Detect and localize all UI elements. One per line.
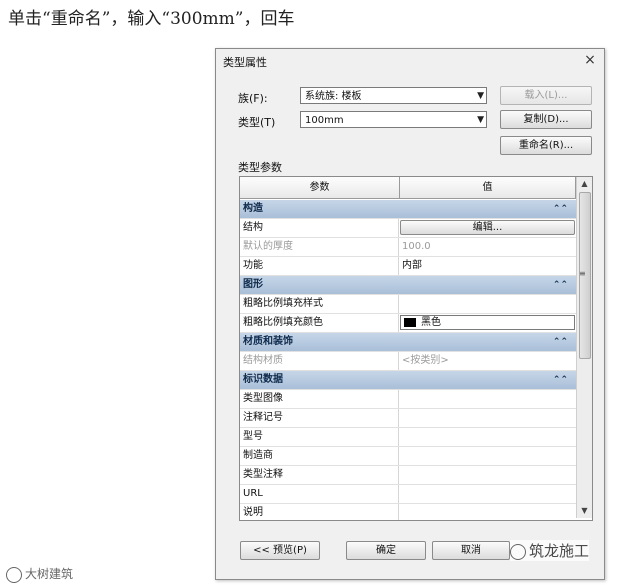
parameter-row[interactable]: 类型注释 <box>240 466 576 485</box>
watermark-left-text: 大树建筑 <box>25 567 74 581</box>
watermark-right-text: 筑龙施工 <box>529 542 590 560</box>
grip-icon: ≡ <box>579 269 586 278</box>
category-label: 标识数据 <box>243 374 283 385</box>
collapse-icon[interactable]: ⌃⌃ <box>553 200 568 218</box>
family-combo[interactable]: 系统族: 楼板 ▼ <box>300 87 487 104</box>
category-row[interactable]: 标识数据 ⌃⌃ <box>240 371 576 390</box>
parameter-value[interactable] <box>399 295 576 313</box>
color-picker[interactable]: 黑色 <box>400 315 575 330</box>
duplicate-button[interactable]: 复制(D)... <box>500 110 592 129</box>
collapse-icon[interactable]: ⌃⌃ <box>553 276 568 294</box>
type-parameters-label: 类型参数 <box>238 161 282 174</box>
parameter-row[interactable]: 默认的厚度 100.0 <box>240 238 576 257</box>
color-swatch <box>404 318 416 327</box>
parameter-row[interactable]: 类型图像 <box>240 390 576 409</box>
rename-button[interactable]: 重命名(R)... <box>500 136 592 155</box>
parameter-row[interactable]: 注释记号 <box>240 409 576 428</box>
category-label: 材质和装饰 <box>243 336 293 347</box>
parameter-name: 默认的厚度 <box>240 238 399 256</box>
chevron-down-icon: ▼ <box>477 115 484 125</box>
color-name: 黑色 <box>421 317 441 328</box>
parameter-row[interactable]: 制造商 <box>240 447 576 466</box>
grid-header: 参数 值 <box>240 177 576 199</box>
watermark-left: 大树建筑 <box>6 565 73 583</box>
parameter-value[interactable] <box>399 504 576 520</box>
parameter-row[interactable]: 结构 编辑... <box>240 219 576 238</box>
watermark-right: 筑龙施工 <box>510 540 590 561</box>
category-label: 构造 <box>243 203 263 214</box>
close-icon[interactable]: × <box>582 52 598 68</box>
parameter-row[interactable]: 结构材质 <按类别> <box>240 352 576 371</box>
parameter-row[interactable]: 粗略比例填充颜色 黑色 <box>240 314 576 333</box>
parameter-name: 类型图像 <box>240 390 399 408</box>
parameter-name: URL <box>240 485 399 503</box>
parameter-value[interactable] <box>399 485 576 503</box>
parameter-row[interactable]: URL <box>240 485 576 504</box>
collapse-icon[interactable]: ⌃⌃ <box>553 371 568 389</box>
weibo-icon <box>6 566 22 583</box>
parameter-value[interactable]: 100.0 <box>399 238 576 256</box>
family-label: 族(F): <box>238 92 268 105</box>
scroll-up-icon[interactable]: ▲ <box>577 177 592 191</box>
category-label: 图形 <box>243 279 263 290</box>
parameter-row[interactable]: 功能 内部 <box>240 257 576 276</box>
parameter-value[interactable] <box>399 409 576 427</box>
parameter-value[interactable]: 内部 <box>399 257 576 275</box>
parameter-name: 类型注释 <box>240 466 399 484</box>
column-header-value[interactable]: 值 <box>400 177 576 199</box>
parameter-value[interactable] <box>399 390 576 408</box>
parameter-value[interactable]: <按类别> <box>399 352 576 370</box>
collapse-icon[interactable]: ⌃⌃ <box>553 333 568 351</box>
type-properties-dialog: 类型属性 × 族(F): 系统族: 楼板 ▼ 载入(L)... 类型(T) 10… <box>215 48 605 580</box>
parameter-value[interactable]: 编辑... <box>399 219 576 237</box>
category-row[interactable]: 构造 ⌃⌃ <box>240 200 576 219</box>
ok-button[interactable]: 确定 <box>346 541 426 560</box>
parameter-row[interactable]: 说明 <box>240 504 576 520</box>
parameter-value[interactable] <box>399 466 576 484</box>
parameter-value[interactable] <box>399 428 576 446</box>
column-header-parameter[interactable]: 参数 <box>240 177 400 199</box>
parameter-name: 制造商 <box>240 447 399 465</box>
parameter-value[interactable] <box>399 447 576 465</box>
parameter-row[interactable]: 粗略比例填充样式 <box>240 295 576 314</box>
cancel-button[interactable]: 取消 <box>432 541 510 560</box>
instruction-text: 单击“重命名”，输入“300mm”，回车 <box>8 9 295 29</box>
chevron-down-icon: ▼ <box>477 91 484 101</box>
parameter-name: 注释记号 <box>240 409 399 427</box>
family-combo-value: 系统族: 楼板 <box>305 91 362 102</box>
grid-rows: 构造 ⌃⌃ 结构 编辑... 默认的厚度 100.0 功能 内部 图形 ⌃⌃ 粗略比例填充样式 粗略比… <box>240 200 576 520</box>
parameter-name: 功能 <box>240 257 399 275</box>
parameter-name: 粗略比例填充颜色 <box>240 314 399 332</box>
parameter-name: 粗略比例填充样式 <box>240 295 399 313</box>
parameter-grid: 参数 值 构造 ⌃⌃ 结构 编辑... 默认的厚度 100.0 功能 内部 图形 ⌃⌃ 粗略比例填充… <box>239 176 593 521</box>
category-row[interactable]: 图形 ⌃⌃ <box>240 276 576 295</box>
parameter-row[interactable]: 型号 <box>240 428 576 447</box>
dialog-titlebar: 类型属性 × <box>216 49 604 73</box>
parameter-name: 型号 <box>240 428 399 446</box>
type-combo[interactable]: 100mm ▼ <box>300 111 487 128</box>
dialog-title: 类型属性 <box>223 56 267 69</box>
scroll-down-icon[interactable]: ▼ <box>577 504 592 518</box>
category-row[interactable]: 材质和装饰 ⌃⌃ <box>240 333 576 352</box>
load-button[interactable]: 载入(L)... <box>500 86 592 105</box>
edit-structure-button[interactable]: 编辑... <box>400 220 575 235</box>
parameter-name: 说明 <box>240 504 399 520</box>
parameter-name: 结构 <box>240 219 399 237</box>
parameter-name: 结构材质 <box>240 352 399 370</box>
parameter-value[interactable]: 黑色 <box>399 314 576 332</box>
type-combo-value: 100mm <box>305 115 344 126</box>
type-label: 类型(T) <box>238 116 276 129</box>
vertical-scrollbar[interactable]: ▲ ≡ ▼ <box>576 177 592 518</box>
preview-button[interactable]: << 预览(P) <box>240 541 320 560</box>
wechat-icon <box>510 543 526 560</box>
